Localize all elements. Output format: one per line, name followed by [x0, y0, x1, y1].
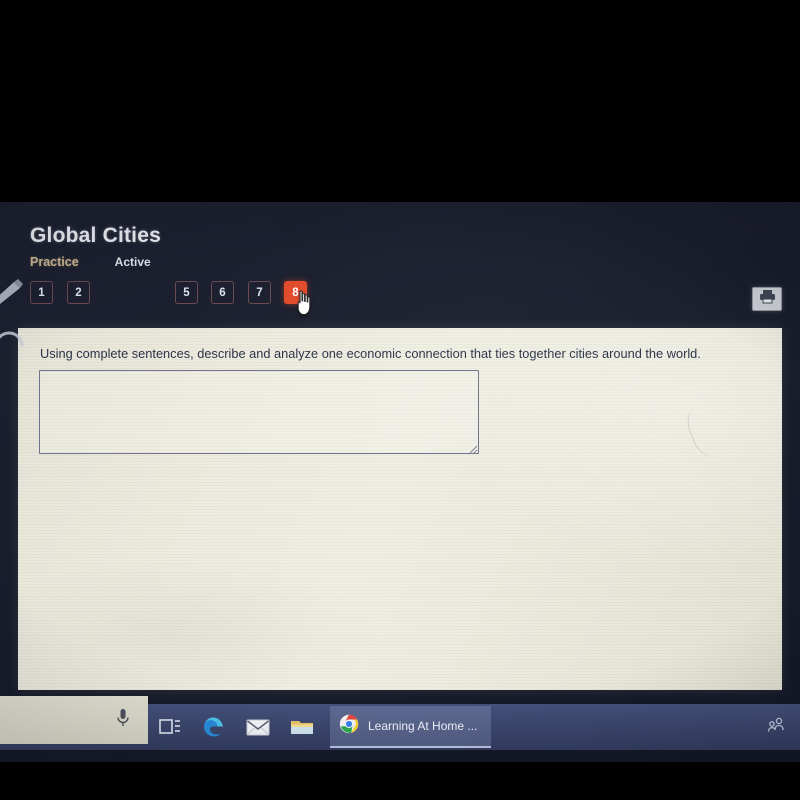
photo-frame: Global Cities Practice Active 1 2 5 6 7 … [0, 0, 800, 800]
question-tab-8[interactable]: 8 [284, 281, 307, 304]
question-tab-6[interactable]: 6 [211, 281, 234, 304]
app-window-left-sliver [0, 696, 148, 744]
file-explorer-icon[interactable] [280, 705, 324, 749]
question-tab-1[interactable]: 1 [30, 281, 53, 304]
question-pane: Using complete sentences, describe and a… [18, 328, 782, 690]
taskbar-window-label: Learning At Home ... [368, 719, 478, 733]
question-prompt-text: Using complete sentences, describe and a… [40, 346, 701, 361]
course-header: Global Cities Practice Active [30, 224, 161, 269]
status-badge: Active [114, 255, 151, 269]
windows-taskbar: Learning At Home ... [0, 696, 800, 750]
answer-textarea[interactable] [39, 370, 479, 454]
task-view-icon[interactable] [148, 705, 192, 749]
question-tab-5[interactable]: 5 [175, 281, 198, 304]
taskbar-window-chrome[interactable]: Learning At Home ... [330, 706, 492, 748]
print-button[interactable] [752, 287, 782, 311]
question-tab-7[interactable]: 7 [248, 281, 271, 304]
mail-icon[interactable] [236, 705, 280, 749]
taskbar-icon-group: Learning At Home ... [148, 704, 492, 750]
people-icon[interactable] [766, 717, 786, 738]
printer-icon [759, 289, 776, 309]
assignment-type-label: Practice [30, 255, 79, 269]
chrome-icon [339, 714, 359, 739]
edge-browser-icon[interactable] [192, 705, 236, 749]
system-tray [766, 704, 786, 750]
pen-icon[interactable] [0, 278, 26, 309]
page-title: Global Cities [30, 224, 161, 247]
question-tab-2[interactable]: 2 [67, 281, 90, 304]
headset-icon[interactable] [0, 324, 26, 359]
microphone-icon[interactable] [116, 708, 130, 733]
screen-reflection-mark [681, 393, 746, 463]
monitor-screen: Global Cities Practice Active 1 2 5 6 7 … [0, 202, 800, 762]
assignment-meta: Practice Active [30, 255, 161, 269]
